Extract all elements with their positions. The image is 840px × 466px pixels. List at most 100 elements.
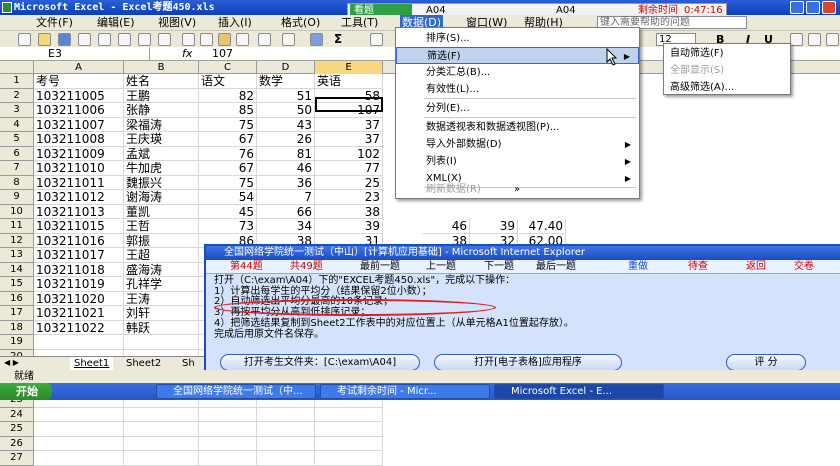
prev-question-button[interactable]: 上一题	[426, 260, 456, 274]
tab-sheet2[interactable]: Sheet2	[126, 357, 161, 370]
table-cell[interactable]	[257, 422, 315, 437]
row-header[interactable]: 7	[0, 161, 34, 176]
table-cell[interactable]: 董凯	[124, 204, 199, 219]
table-cell[interactable]: 46	[422, 219, 470, 234]
taskbar-item-timer[interactable]: 考试剩余时间 - Micr...	[320, 384, 490, 399]
tab-sheet3[interactable]: Sh	[182, 357, 195, 370]
row-header[interactable]: 9	[0, 190, 34, 205]
table-cell[interactable]: 英语	[315, 74, 383, 89]
data-menu-item[interactable]: 分类汇总(B)...	[396, 64, 639, 81]
table-cell[interactable]: 103211005	[34, 88, 124, 103]
open-app-button[interactable]: 打开[电子表格]应用程序	[434, 354, 622, 371]
align-right-icon[interactable]	[826, 33, 839, 46]
cut-icon[interactable]	[182, 33, 195, 46]
undo-icon[interactable]	[258, 33, 271, 46]
row-header[interactable]: 17	[0, 306, 34, 321]
table-cell[interactable]: 51	[257, 88, 315, 103]
grade-button[interactable]: 评 分	[726, 354, 806, 371]
tab-nav-icon[interactable]: ◀ ▶	[4, 358, 19, 367]
table-cell[interactable]: 102	[315, 146, 383, 161]
table-cell[interactable]: 王涛	[124, 291, 199, 306]
taskbar-item-excel[interactable]: Microsoft Excel - E...	[494, 384, 664, 399]
row-header[interactable]: 11	[0, 219, 34, 234]
table-cell[interactable]: 34	[257, 219, 315, 234]
table-cell[interactable]	[34, 451, 124, 466]
start-button[interactable]: 开始	[0, 383, 52, 400]
table-cell[interactable]	[199, 451, 257, 466]
row-header[interactable]: 13	[0, 248, 34, 263]
table-cell[interactable]	[257, 407, 315, 422]
table-cell[interactable]	[257, 451, 315, 466]
row-header[interactable]: 2	[0, 88, 34, 103]
table-cell[interactable]: 孔祥学	[124, 277, 199, 292]
table-cell[interactable]: 77	[315, 161, 383, 176]
minimize-button[interactable]	[790, 1, 804, 14]
table-cell[interactable]	[199, 407, 257, 422]
column-header-b[interactable]: B	[124, 61, 199, 74]
return-button[interactable]: 返回	[746, 260, 766, 274]
menu-insert[interactable]: 插入(I)	[218, 15, 252, 31]
table-cell[interactable]: 82	[199, 88, 257, 103]
permission-icon[interactable]	[78, 33, 91, 46]
table-cell[interactable]: 103211022	[34, 320, 124, 335]
table-cell[interactable]: 103211008	[34, 132, 124, 147]
table-cell[interactable]: 魏振兴	[124, 175, 199, 190]
menu-tools[interactable]: 工具(T)	[341, 15, 378, 31]
column-header-d[interactable]: D	[257, 61, 315, 74]
table-cell[interactable]: 26	[257, 132, 315, 147]
table-cell[interactable]: 67	[199, 161, 257, 176]
table-cell[interactable]: 语文	[199, 74, 257, 89]
data-menu-item[interactable]: »	[396, 182, 639, 198]
table-cell[interactable]: 45	[199, 204, 257, 219]
data-menu-item[interactable]: 导入外部数据(D) ▶	[396, 136, 639, 153]
row-header[interactable]: 1	[0, 74, 34, 89]
table-cell[interactable]: 103211020	[34, 291, 124, 306]
table-cell[interactable]: 36	[257, 175, 315, 190]
row-header[interactable]: 16	[0, 291, 34, 306]
table-cell[interactable]: 谢海涛	[124, 190, 199, 205]
row-header[interactable]: 18	[0, 320, 34, 335]
table-cell[interactable]: 孟斌	[124, 146, 199, 161]
save-icon[interactable]	[58, 33, 71, 46]
table-cell[interactable]: 23	[315, 190, 383, 205]
data-menu-item[interactable]: 数据透视表和数据透视图(P)...	[396, 119, 639, 136]
row-header[interactable]: 6	[0, 146, 34, 161]
table-cell[interactable]	[199, 422, 257, 437]
table-cell[interactable]: 103211006	[34, 103, 124, 118]
table-cell[interactable]: 103211007	[34, 117, 124, 132]
column-header-a[interactable]: A	[34, 61, 124, 74]
table-cell[interactable]	[34, 422, 124, 437]
paste-icon[interactable]	[218, 33, 231, 46]
table-cell[interactable]: 103211011	[34, 175, 124, 190]
table-cell[interactable]	[199, 436, 257, 451]
table-cell[interactable]: 81	[257, 146, 315, 161]
open-icon[interactable]	[38, 33, 51, 46]
table-cell[interactable]	[257, 436, 315, 451]
spelling-icon[interactable]	[138, 33, 151, 46]
table-cell[interactable]: 梁福涛	[124, 117, 199, 132]
table-cell[interactable]: 王超	[124, 248, 199, 263]
table-cell[interactable]: 66	[257, 204, 315, 219]
data-menu-item[interactable]: 分列(E)...	[396, 100, 639, 117]
table-cell[interactable]	[315, 422, 383, 437]
row-header[interactable]: 8	[0, 175, 34, 190]
table-cell[interactable]: 25	[315, 175, 383, 190]
redo-button[interactable]: 重做	[628, 260, 648, 274]
row-header[interactable]: 15	[0, 277, 34, 292]
table-cell[interactable]	[124, 451, 199, 466]
column-header-c[interactable]: C	[199, 61, 257, 74]
menu-format[interactable]: 格式(O)	[281, 15, 320, 31]
data-menu-item[interactable]: 有效性(L)...	[396, 81, 639, 98]
row-header[interactable]: 10	[0, 204, 34, 219]
table-cell[interactable]: 王鹏	[124, 88, 199, 103]
table-cell[interactable]: 37	[315, 117, 383, 132]
table-cell[interactable]: 103211012	[34, 190, 124, 205]
table-cell[interactable]: 王哲	[124, 219, 199, 234]
table-cell[interactable]: 67	[199, 132, 257, 147]
tab-sheet1[interactable]: Sheet1	[70, 357, 114, 370]
table-cell[interactable]: 张静	[124, 103, 199, 118]
align-center-icon[interactable]	[808, 33, 821, 46]
formula-input[interactable]: 107	[212, 47, 233, 61]
next-question-button[interactable]: 下一题	[484, 260, 514, 274]
name-box[interactable]: E3	[0, 47, 150, 61]
